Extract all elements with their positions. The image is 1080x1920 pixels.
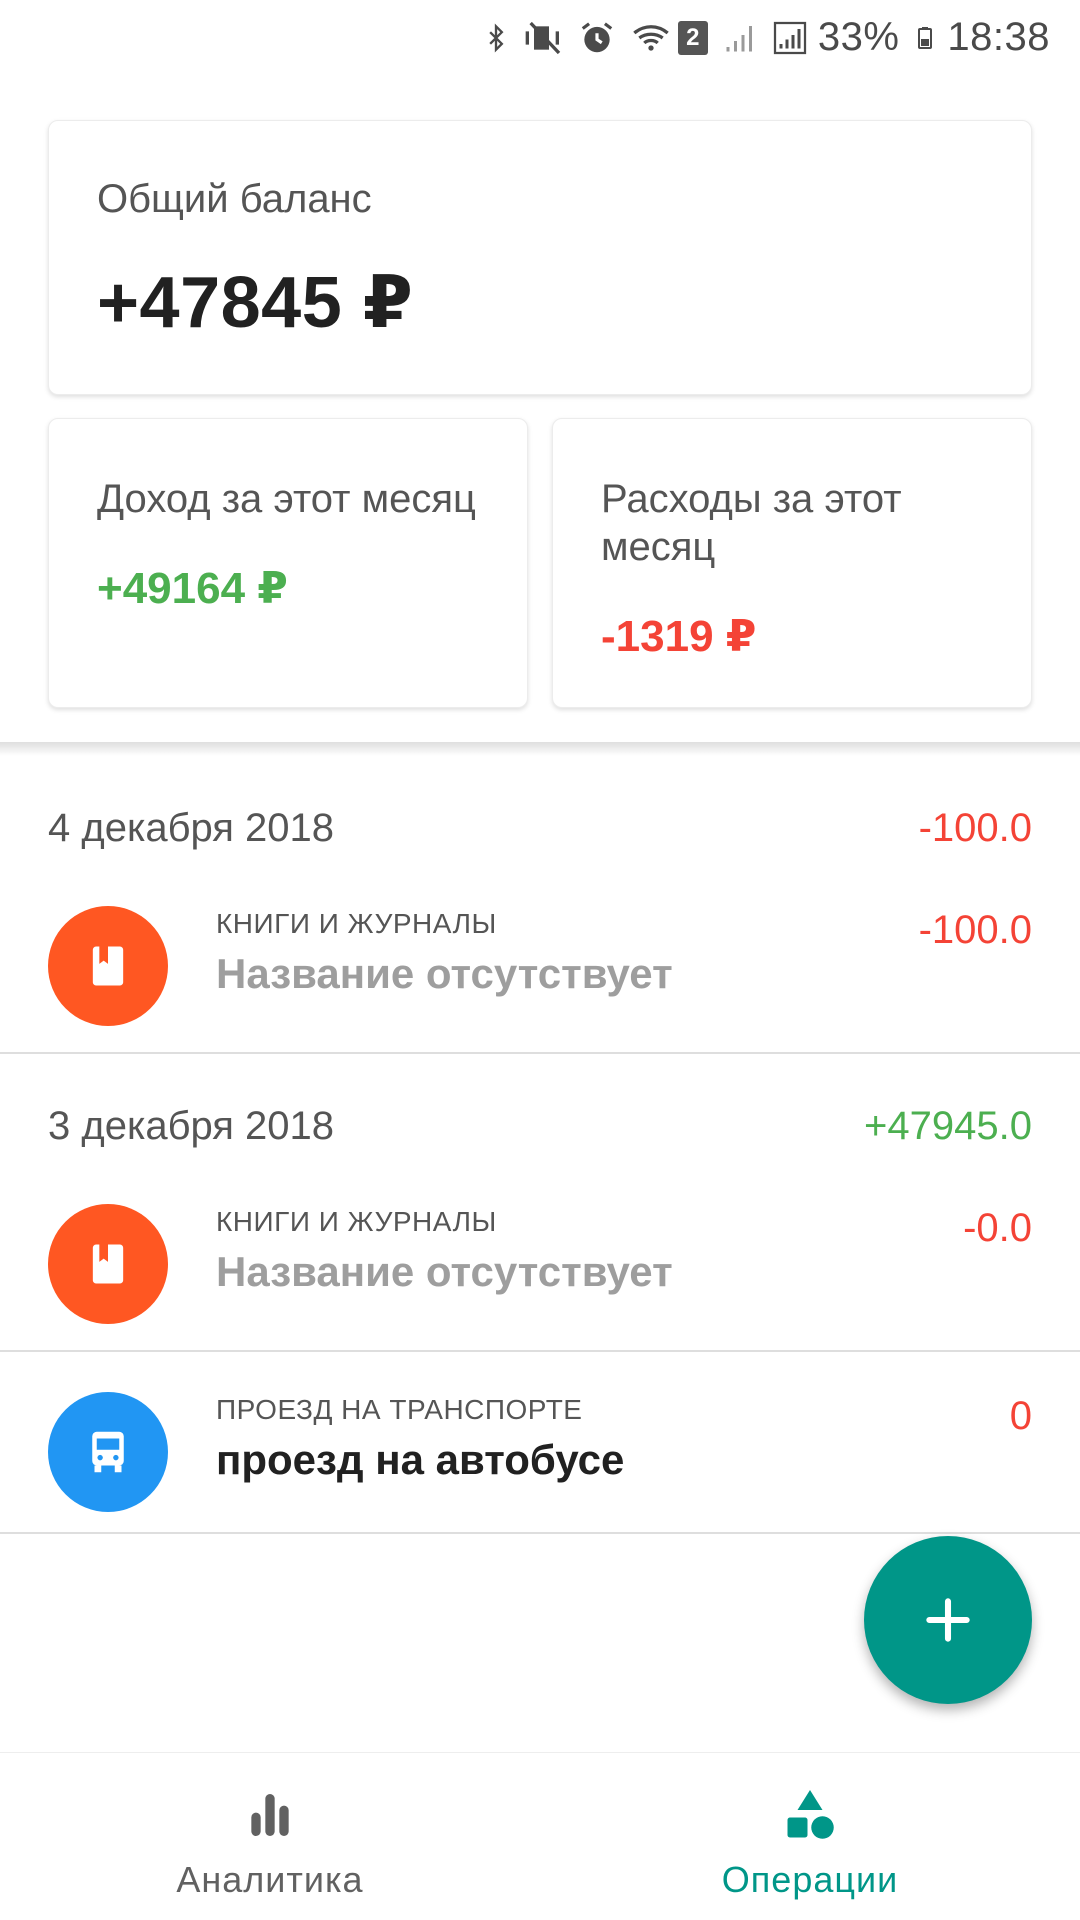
operation-category: КНИГИ И ЖУРНАЛЫ [216,1206,497,1237]
bus-icon [48,1392,168,1512]
operations-list[interactable]: 4 декабря 2018 -100.0 КНИГИ И ЖУРНАЛЫ На… [0,756,1080,1534]
expense-value: -1319 ₽ [601,612,757,661]
divider [0,1532,1080,1534]
nav-analytics[interactable]: Аналитика [0,1753,540,1920]
expense-label: Расходы за этот месяц [601,477,902,569]
income-label: Доход за этот месяц [97,477,476,521]
book-icon [48,906,168,1026]
vibrate-off-icon [524,18,564,58]
income-value: +49164 ₽ [97,564,288,613]
day-header: 3 декабря 2018 +47945.0 [0,1054,1080,1150]
nav-operations-label: Операции [721,1859,899,1900]
app-screen: 2 33% 18:38 Общий баланс +47845 ₽ Доход … [0,0,1080,1920]
day-date: 4 декабря 2018 [48,806,335,850]
operation-amount: 0 [1009,1394,1032,1438]
income-card: Доход за этот месяц +49164 ₽ [48,418,528,708]
operation-item[interactable]: КНИГИ И ЖУРНАЛЫ Название отсутствует -10… [0,852,1080,1026]
shapes-icon [780,1785,840,1845]
nav-operations[interactable]: Операции [540,1753,1080,1920]
operation-category: ПРОЕЗД НА ТРАНСПОРТЕ [216,1394,583,1425]
nav-analytics-label: Аналитика [176,1859,364,1900]
alarm-icon [578,18,616,58]
operation-amount: -100.0 [918,908,1032,952]
book-icon [48,1204,168,1324]
plus-icon [926,1598,970,1642]
total-balance-label: Общий баланс [97,177,372,221]
operation-amount: -0.0 [963,1206,1032,1250]
wifi-icon [630,18,672,58]
add-operation-button[interactable] [864,1536,1032,1704]
bottom-navigation: Аналитика Операции [0,1752,1080,1920]
operation-name: проезд на автобусе [216,1436,625,1483]
signal-icon [722,18,758,58]
operation-name: Название отсутствует [216,950,673,997]
day-date: 3 декабря 2018 [48,1104,335,1148]
operation-item[interactable]: ПРОЕЗД НА ТРАНСПОРТЕ проезд на автобусе … [0,1352,1080,1532]
operation-item[interactable]: КНИГИ И ЖУРНАЛЫ Название отсутствует -0.… [0,1150,1080,1324]
header-shadow [0,742,1080,756]
operation-category: КНИГИ И ЖУРНАЛЫ [216,908,497,939]
battery-percent: 33% [817,15,900,59]
battery-icon [913,18,937,58]
bluetooth-icon [482,18,510,58]
sim-badge: 2 [677,20,708,55]
clock: 18:38 [947,15,1050,59]
day-total: -100.0 [918,806,1032,850]
expense-card: Расходы за этот месяц -1319 ₽ [552,418,1032,708]
signal-icon [772,18,808,58]
total-balance-card: Общий баланс +47845 ₽ [48,120,1032,395]
status-bar: 2 33% 18:38 [0,0,1080,75]
bar-chart-icon [242,1785,298,1845]
total-balance-value: +47845 ₽ [97,263,414,343]
day-header: 4 декабря 2018 -100.0 [0,756,1080,852]
operation-name: Название отсутствует [216,1248,673,1295]
day-total: +47945.0 [864,1104,1032,1148]
